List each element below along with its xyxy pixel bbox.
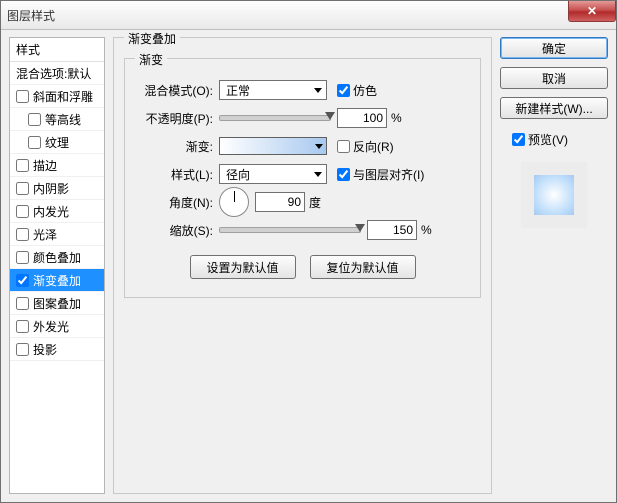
dither-label: 仿色 [353,82,377,99]
style-check-drop-shadow[interactable] [16,343,29,356]
scale-input[interactable] [367,220,417,240]
angle-unit: 度 [309,194,321,211]
ok-button[interactable]: 确定 [500,37,608,59]
right-sidebar: 确定 取消 新建样式(W)... 预览(V) [500,37,608,494]
reverse-check-input[interactable] [337,140,350,153]
opacity-slider[interactable] [219,115,331,121]
scale-label: 缩放(S): [135,222,213,239]
blend-mode-dropdown[interactable]: 正常 [219,80,327,100]
style-row-outer-glow[interactable]: 外发光 [10,315,104,338]
style-row-contour[interactable]: 等高线 [10,108,104,131]
style-row-drop-shadow[interactable]: 投影 [10,338,104,361]
style-check-gradient-overlay[interactable] [16,274,29,287]
chevron-down-icon [314,88,322,93]
style-check-color-overlay[interactable] [16,251,29,264]
titlebar: 图层样式 ✕ [1,1,616,30]
style-label: 内发光 [33,203,69,220]
style-label: 投影 [33,341,57,358]
style-label: 等高线 [45,111,81,128]
dialog-layer-style: 图层样式 ✕ 样式 混合选项:默认 斜面和浮雕 等高线 纹理 描边 内阴影 内发… [0,0,617,503]
gradient-picker[interactable] [219,137,327,155]
blend-options-label: 混合选项:默认 [16,65,91,82]
angle-label: 角度(N): [135,194,213,211]
slider-thumb[interactable] [355,224,365,232]
style-check-texture[interactable] [28,136,41,149]
align-checkbox[interactable]: 与图层对齐(I) [337,166,424,183]
style-label: 渐变叠加 [33,272,81,289]
preview-checkbox[interactable]: 预览(V) [512,131,608,148]
style-label: 图案叠加 [33,295,81,312]
style-label: 纹理 [45,134,69,151]
style-value: 径向 [226,166,250,183]
group-title: 渐变叠加 [124,30,180,47]
dialog-body: 样式 混合选项:默认 斜面和浮雕 等高线 纹理 描边 内阴影 内发光 光泽 颜色… [1,29,616,502]
titlebar-title: 图层样式 [7,7,55,24]
pct-unit: % [421,223,432,237]
angle-hand [234,191,235,202]
inner-gradient: 渐变 混合模式(O): 正常 仿色 不透明度(P): [124,58,481,298]
preview-check-input[interactable] [512,133,525,146]
style-row-pattern-overlay[interactable]: 图案叠加 [10,292,104,315]
angle-dial[interactable] [219,187,249,217]
blend-mode-value: 正常 [226,82,250,99]
preview-swatch [521,162,587,228]
style-row-gradient-overlay[interactable]: 渐变叠加 [10,269,104,292]
style-check-stroke[interactable] [16,159,29,172]
style-check-pattern-overlay[interactable] [16,297,29,310]
dither-checkbox[interactable]: 仿色 [337,82,377,99]
scale-slider[interactable] [219,227,361,233]
align-label: 与图层对齐(I) [353,166,424,183]
style-check-satin[interactable] [16,228,29,241]
style-row-bevel[interactable]: 斜面和浮雕 [10,85,104,108]
pct-unit: % [391,111,402,125]
group-gradient-overlay: 渐变叠加 渐变 混合模式(O): 正常 仿色 不透明度(P): [113,37,492,494]
chevron-down-icon [315,144,323,149]
options-panel: 渐变叠加 渐变 混合模式(O): 正常 仿色 不透明度(P): [113,37,492,494]
blend-options-row[interactable]: 混合选项:默认 [10,62,104,85]
preview-thumbnail [534,175,574,215]
inner-title: 渐变 [135,51,167,68]
gradient-label: 渐变: [135,138,213,155]
close-button[interactable]: ✕ [568,1,616,22]
style-check-inner-glow[interactable] [16,205,29,218]
opacity-input[interactable] [337,108,387,128]
style-label: 斜面和浮雕 [33,88,93,105]
angle-input[interactable] [255,192,305,212]
style-label: 颜色叠加 [33,249,81,266]
cancel-button[interactable]: 取消 [500,67,608,89]
styles-list: 样式 混合选项:默认 斜面和浮雕 等高线 纹理 描边 内阴影 内发光 光泽 颜色… [9,37,105,494]
style-check-inner-shadow[interactable] [16,182,29,195]
close-icon: ✕ [587,5,597,17]
style-label: 外发光 [33,318,69,335]
style-row-inner-shadow[interactable]: 内阴影 [10,177,104,200]
style-label: 描边 [33,157,57,174]
style-label: 光泽 [33,226,57,243]
chevron-down-icon [314,172,322,177]
style-row-color-overlay[interactable]: 颜色叠加 [10,246,104,269]
styles-header[interactable]: 样式 [10,38,104,62]
reverse-checkbox[interactable]: 反向(R) [337,138,394,155]
new-style-button[interactable]: 新建样式(W)... [500,97,608,119]
style-check-outer-glow[interactable] [16,320,29,333]
blend-mode-label: 混合模式(O): [135,82,213,99]
reset-default-button[interactable]: 复位为默认值 [310,255,416,279]
reverse-label: 反向(R) [353,138,394,155]
style-row-stroke[interactable]: 描边 [10,154,104,177]
slider-thumb[interactable] [325,112,335,120]
preview-label: 预览(V) [528,131,568,148]
style-row-texture[interactable]: 纹理 [10,131,104,154]
style-row-inner-glow[interactable]: 内发光 [10,200,104,223]
style-check-bevel[interactable] [16,90,29,103]
opacity-label: 不透明度(P): [135,110,213,127]
style-dropdown[interactable]: 径向 [219,164,327,184]
align-check-input[interactable] [337,168,350,181]
make-default-button[interactable]: 设置为默认值 [190,255,296,279]
style-row-satin[interactable]: 光泽 [10,223,104,246]
style-label: 内阴影 [33,180,69,197]
dither-check-input[interactable] [337,84,350,97]
style-label: 样式(L): [135,166,213,183]
style-check-contour[interactable] [28,113,41,126]
